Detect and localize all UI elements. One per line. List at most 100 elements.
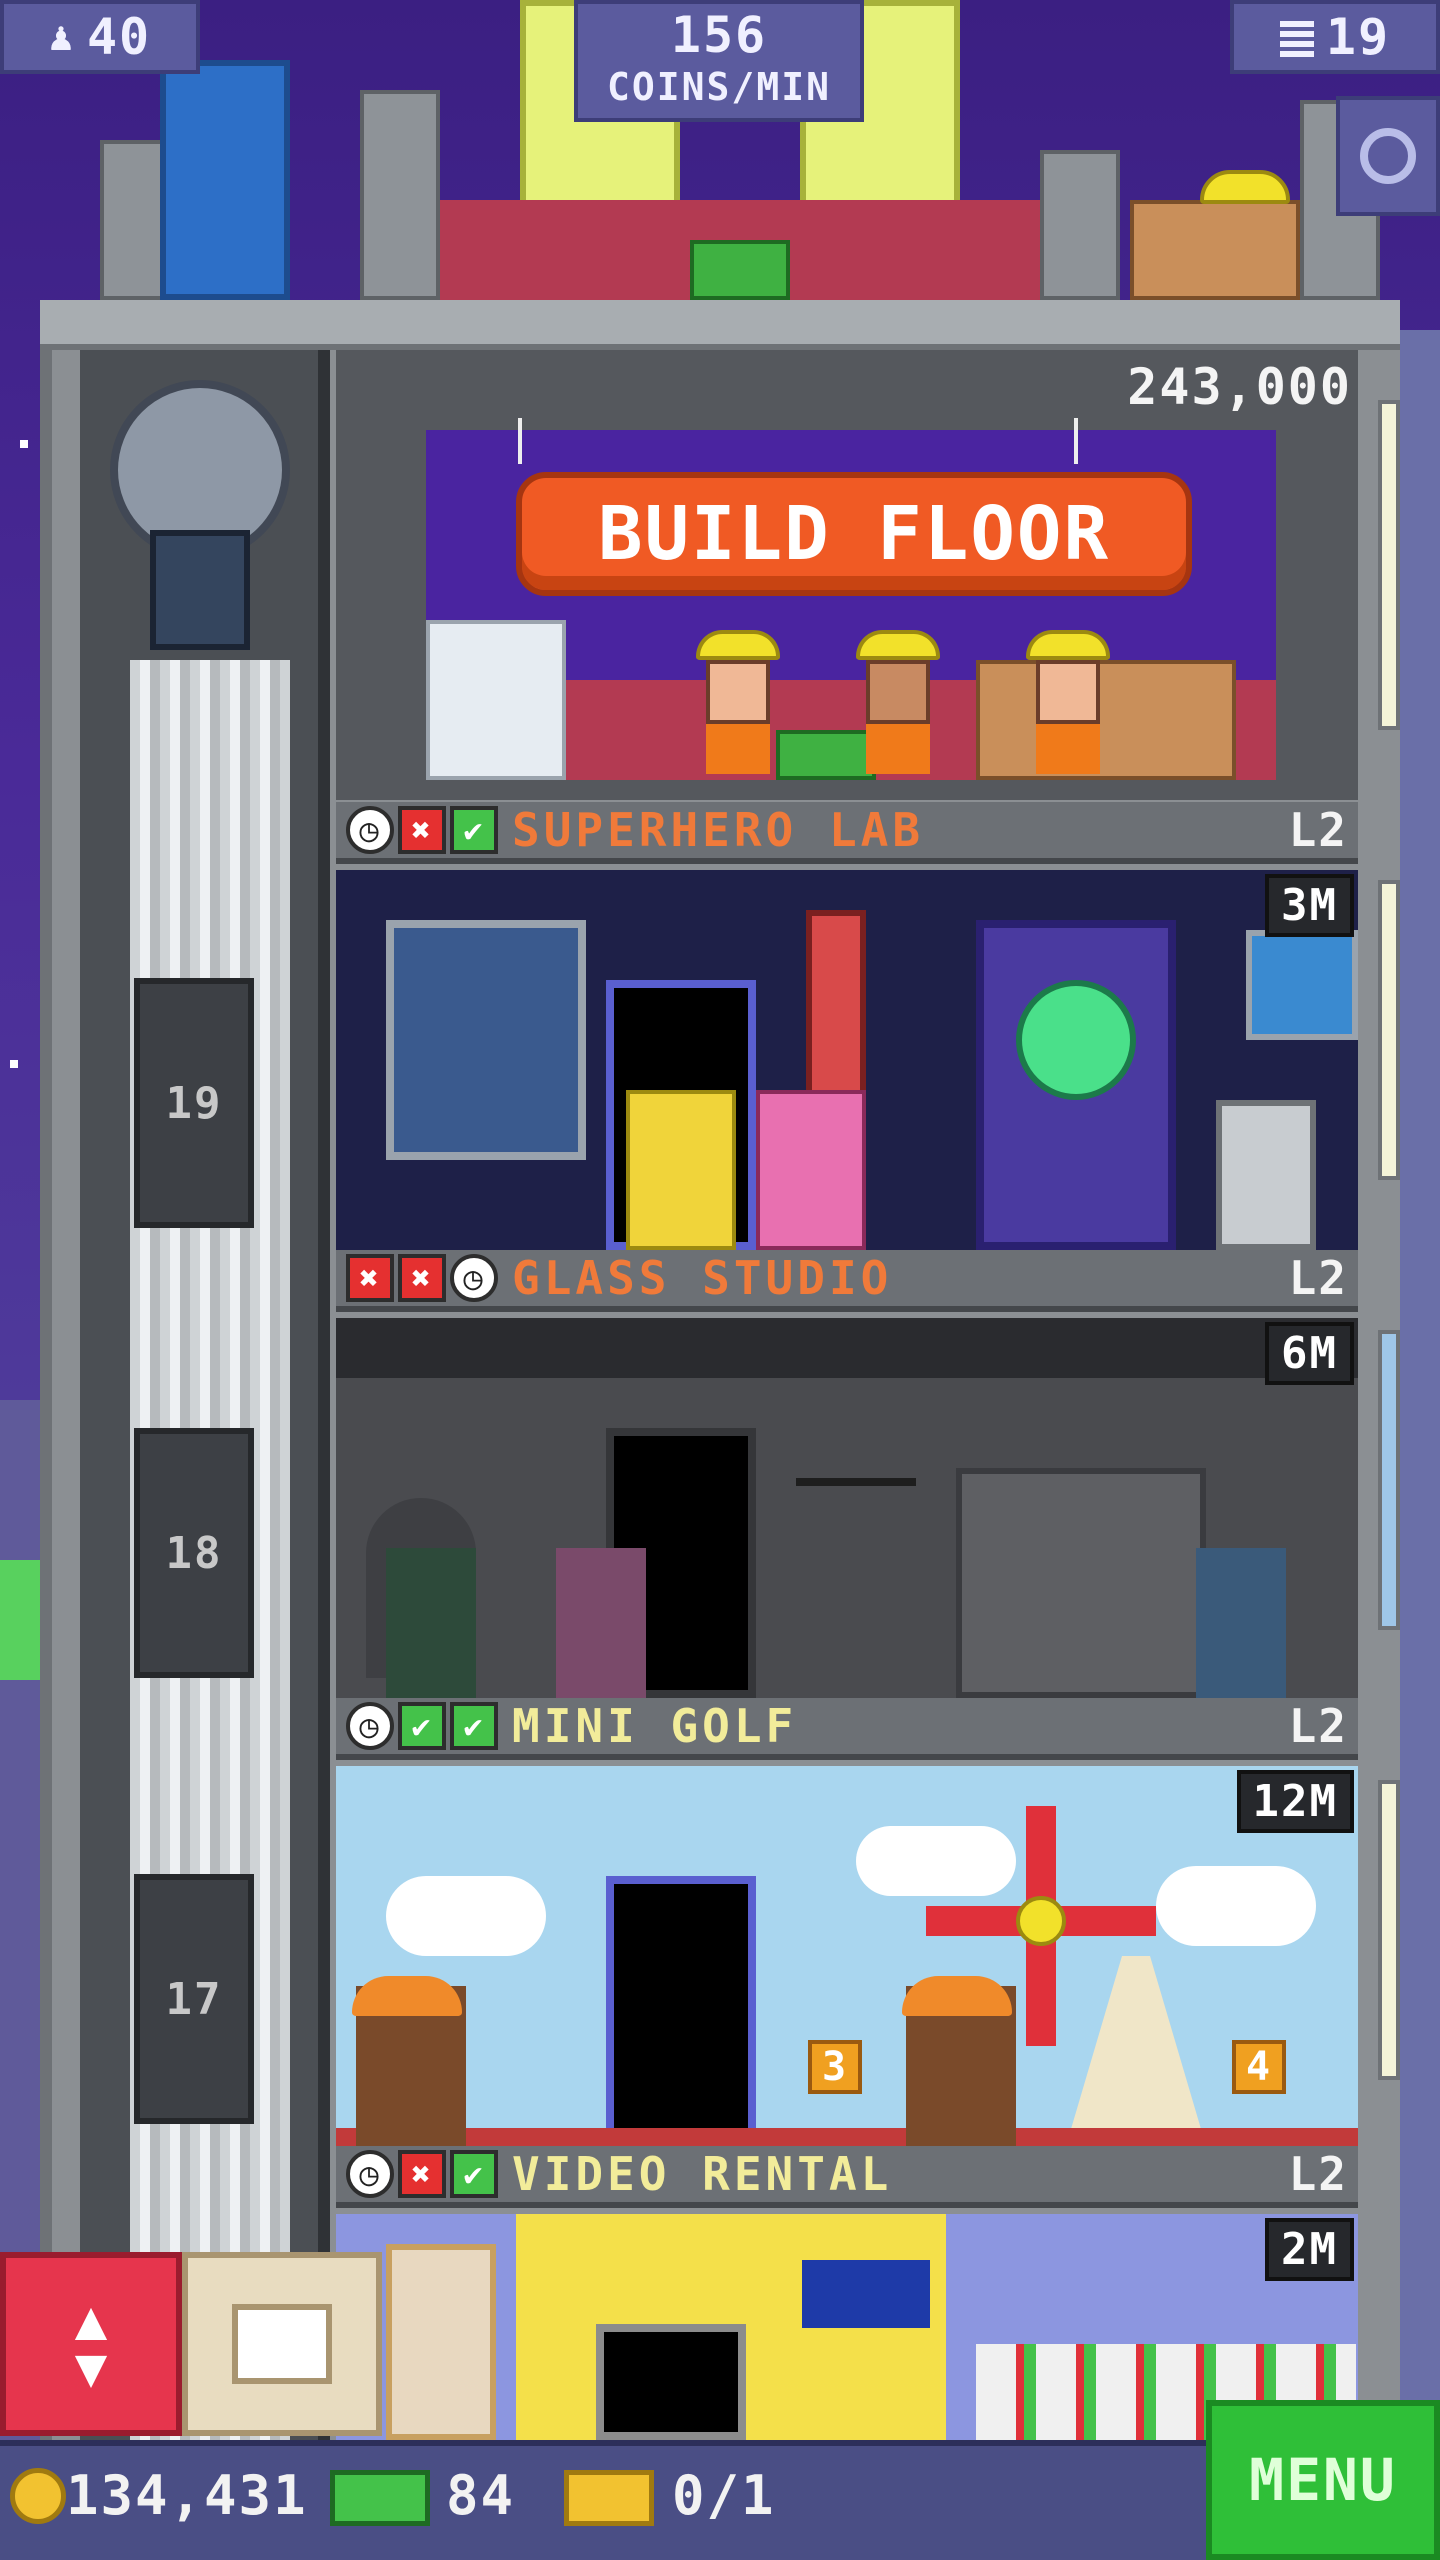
city-silhouette-right [1400, 330, 1440, 2440]
builder-worker [1026, 630, 1110, 774]
clock-icon: ◷ [346, 1702, 394, 1750]
clock-icon: ◷ [346, 2150, 394, 2198]
check-icon: ✔ [450, 806, 498, 854]
sign-cable [1074, 418, 1078, 464]
hole-flag-3: 3 [808, 2040, 862, 2094]
studio-ceiling [336, 1318, 1358, 1378]
roof-hardhat [1200, 170, 1290, 204]
elevator-car[interactable] [150, 530, 250, 650]
x-icon: ✖ [398, 1254, 446, 1302]
population-counter[interactable]: ♟ 40 [0, 0, 200, 74]
movie-poster [386, 2244, 496, 2440]
visitor-green-cap [756, 1090, 866, 1250]
star [10, 1060, 18, 1068]
floor-banner-mini-golf[interactable]: ◷ ✔ ✔ MINI GOLF L2 [336, 1698, 1358, 1760]
roof-cooler [690, 240, 790, 300]
city-light [0, 1560, 40, 1680]
magnify-icon [1360, 128, 1416, 184]
floor-banner-video-rental[interactable]: ◷ ✖ ✔ VIDEO RENTAL L2 [336, 2146, 1358, 2208]
clock-icon: ◷ [346, 806, 394, 854]
check-icon: ✔ [450, 1702, 498, 1750]
floor-value: 2M [1265, 2218, 1354, 2281]
computer-terminal [1216, 1100, 1316, 1250]
check-icon: ✔ [398, 1702, 446, 1750]
elevator-button[interactable]: ▲ ▼ [0, 2252, 182, 2436]
ticket-icon [564, 2470, 654, 2526]
elevator-stop-19[interactable]: 19 [134, 978, 254, 1228]
floor-level: L2 [1288, 1251, 1348, 1305]
hole-flag-4: 4 [1232, 2040, 1286, 2094]
room-superhero-lab[interactable]: 3M [336, 870, 1358, 1250]
floor-value: 6M [1265, 1322, 1354, 1385]
floor-name: MINI GOLF [512, 1699, 798, 1753]
rental-doorway [596, 2324, 746, 2440]
x-icon: ✖ [346, 1254, 394, 1302]
room-glass-studio[interactable]: 6M [336, 1318, 1358, 1698]
person-icon: ♟ [48, 14, 75, 60]
coins-per-min-label: COINS/MIN [607, 65, 831, 109]
building-icon [1279, 17, 1314, 57]
bux-amount[interactable]: 84 [446, 2464, 515, 2527]
elevator-stop-17[interactable]: 17 [134, 1874, 254, 2124]
build-floor-cost: 243,000 [1127, 358, 1352, 416]
clock-icon: ◷ [450, 1254, 498, 1302]
tool-rack [796, 1478, 916, 1518]
elevator-stop-18[interactable]: 18 [134, 1428, 254, 1678]
coins-amount[interactable]: 134,431 [66, 2464, 308, 2527]
body-scanner-monitor [386, 920, 586, 1160]
roof-crates [1130, 200, 1300, 300]
floor-count[interactable]: 19 [1230, 0, 1440, 74]
windmill-hub [1016, 1896, 1066, 1946]
visitor-silhouette [556, 1548, 646, 1698]
roof-door [160, 60, 290, 300]
room-video-rental[interactable]: 2M [336, 2214, 1358, 2440]
side-window [1378, 400, 1400, 730]
hologram-globe [1016, 980, 1136, 1100]
golf-green-edge [336, 2128, 1358, 2146]
coins-per-min-display: 156 COINS/MIN [574, 0, 864, 122]
coins-per-min-value: 156 [670, 6, 768, 64]
side-window [1378, 880, 1400, 1180]
room-mini-golf[interactable]: 3 4 12M [336, 1766, 1358, 2146]
roof-pillar [360, 90, 440, 300]
floor-value: 3M [1265, 874, 1354, 937]
floor-level: L2 [1288, 803, 1348, 857]
floor-level: L2 [1288, 2147, 1348, 2201]
check-icon: ✔ [450, 2150, 498, 2198]
roof-ledge [40, 300, 1400, 350]
cloud [1156, 1866, 1316, 1946]
side-window [1378, 1780, 1400, 2080]
build-floor-button[interactable]: BUILD FLOOR [516, 472, 1192, 596]
builder-worker [856, 630, 940, 774]
elevator-arrows-icon: ▲ ▼ [74, 2288, 108, 2399]
cloud [856, 1826, 1016, 1896]
floor-banner-glass-studio[interactable]: ✖ ✖ ◷ GLASS STUDIO L2 [336, 1250, 1358, 1312]
sign-cable [518, 418, 522, 464]
menu-button[interactable]: MENU [1206, 2400, 1440, 2560]
storage-box-button[interactable] [182, 2252, 382, 2436]
side-window [1378, 1330, 1400, 1630]
builder-worker [696, 630, 780, 774]
box-icon [232, 2304, 332, 2384]
floor-level: L2 [1288, 1699, 1348, 1753]
costumed-visitor [626, 1090, 736, 1250]
x-icon: ✖ [398, 806, 446, 854]
floor-banner-superhero-lab[interactable]: ◷ ✖ ✔ SUPERHERO LAB L2 [336, 802, 1358, 864]
magnify-button[interactable] [1336, 96, 1440, 216]
floor-name: VIDEO RENTAL [512, 2147, 893, 2201]
golf-doorway [606, 1876, 756, 2146]
coin-icon [10, 2468, 66, 2524]
cloud [386, 1876, 546, 1956]
windmill-tower [1066, 1956, 1206, 2146]
floor-name: GLASS STUDIO [512, 1251, 893, 1305]
floor-name: SUPERHERO LAB [512, 803, 925, 857]
roof-pillar [1040, 150, 1120, 300]
rental-sign [796, 2254, 936, 2334]
glass-panes [426, 620, 566, 780]
golfer-hardhat [902, 1976, 1012, 2016]
world-map-screen [1246, 930, 1358, 1040]
tickets-amount[interactable]: 0/1 [672, 2464, 776, 2527]
bux-icon [330, 2470, 430, 2526]
x-icon: ✖ [398, 2150, 446, 2198]
star [20, 440, 28, 448]
